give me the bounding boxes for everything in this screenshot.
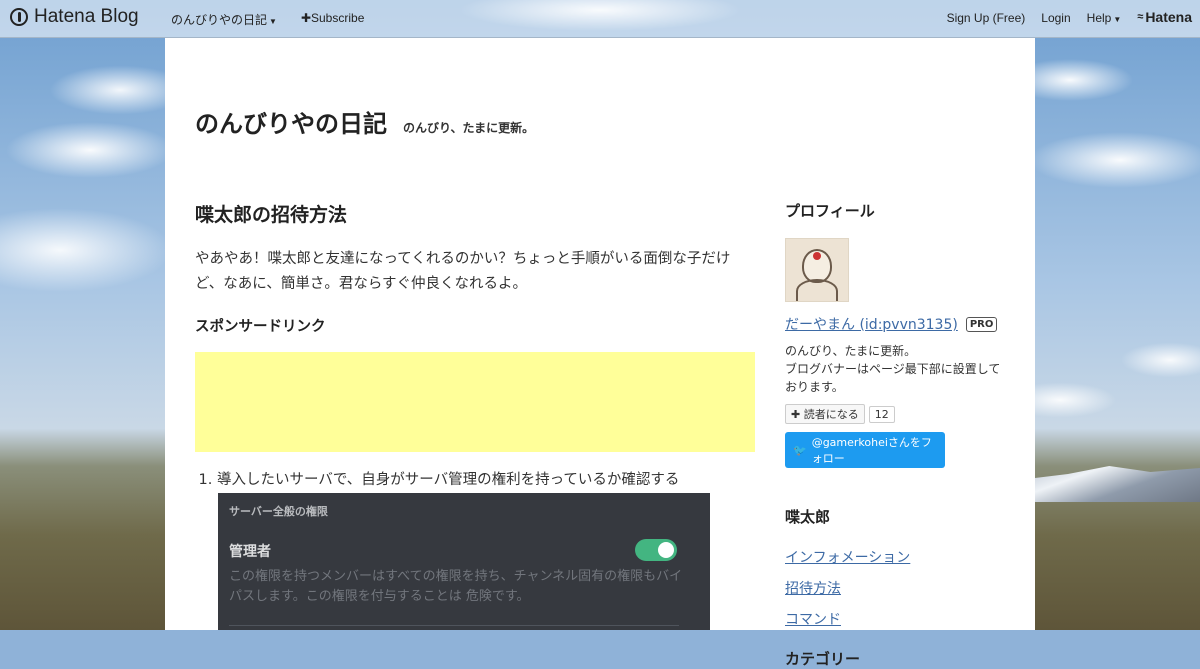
signup-link[interactable]: Sign Up (Free) <box>947 11 1026 25</box>
reader-button-label: 読者になる <box>803 408 859 421</box>
profile-line: だーやまん (id:pvvn3135) PRO <box>785 314 1010 334</box>
section-links: インフォメーション 招待方法 コマンド <box>785 549 1010 630</box>
main-panel: のんびりやの日記 のんびり、たまに更新。 喋太郎の招待方法 やあやあ！喋太郎と友… <box>165 38 1035 668</box>
profile-name-link[interactable]: だーやまん (id:pvvn3135) <box>785 314 958 334</box>
pro-badge: PRO <box>965 316 998 332</box>
profile-desc-line-1: のんびり、たまに更新。 <box>785 344 917 358</box>
sidebar: プロフィール だーやまん (id:pvvn3135) PRO のんびり、たまに更… <box>785 200 1010 669</box>
steps-list: 導入したいサーバで、自身がサーバ管理の権利を持っているか確認する <box>195 470 755 490</box>
blog-title[interactable]: のんびりやの日記 <box>195 104 387 139</box>
hatena-link[interactable]: ≈ Hatena <box>1137 9 1192 25</box>
avatar-body <box>796 279 838 301</box>
profile-heading: プロフィール <box>785 202 875 220</box>
discord-permission-screenshot: サーバー全般の権限 管理者 この権限を持つメンバーはすべての権限を持ち、チャンネ… <box>218 493 710 630</box>
reader-row: ✚ 読者になる 12 <box>785 404 1010 424</box>
hatena-blog-brand[interactable]: Hatena Blog <box>10 6 139 28</box>
profile-description: のんびり、たまに更新。 ブログバナーはページ最下部に設置しております。 <box>785 342 1010 396</box>
avatar[interactable] <box>785 238 849 302</box>
list-item: 導入したいサーバで、自身がサーバ管理の権利を持っているか確認する <box>217 470 755 490</box>
entry-title[interactable]: 喋太郎の招待方法 <box>195 200 755 227</box>
link-commands[interactable]: コマンド <box>785 611 1010 630</box>
avatar-gem <box>813 252 821 260</box>
screenshot-section-label: サーバー全般の権限 <box>229 505 328 518</box>
plus-icon: ✚ <box>300 11 311 25</box>
ad-slot[interactable] <box>195 352 755 452</box>
category-heading: カテゴリー <box>785 650 861 668</box>
screenshot-role-label: 管理者 <box>229 544 271 560</box>
twitter-follow-label: @gamerkoheiさんをフォロー <box>811 436 932 465</box>
subscribe-button[interactable]: ✚Subscribe <box>301 11 364 28</box>
twitter-bird-icon: 🐦 <box>793 443 807 457</box>
reader-count: 12 <box>868 405 895 423</box>
profile-desc-line-2: ブログバナーはページ最下部に設置しております。 <box>785 362 1001 394</box>
hatena-mark-icon: ≈ <box>1137 11 1143 23</box>
section-heading: 喋太郎 <box>785 508 831 526</box>
blog-header: のんびりやの日記 のんびり、たまに更新。 <box>195 104 534 139</box>
link-information[interactable]: インフォメーション <box>785 549 1010 568</box>
subscribe-label: Subscribe <box>311 11 365 25</box>
login-link[interactable]: Login <box>1041 11 1070 25</box>
hatena-label: Hatena <box>1145 9 1192 25</box>
help-menu[interactable]: Help ▼ <box>1087 11 1122 25</box>
twitter-follow-button[interactable]: 🐦 @gamerkoheiさんをフォロー <box>785 432 945 468</box>
top-nav-bar: Hatena Blog のんびりやの日記 ▼ ✚Subscribe Sign Up… <box>0 0 1200 38</box>
blog-menu-label: のんびりやの日記 <box>171 13 268 27</box>
screenshot-divider <box>229 625 679 626</box>
link-invite[interactable]: 招待方法 <box>785 580 1010 599</box>
plus-icon: ✚ <box>791 408 804 421</box>
brand-text: Hatena Blog <box>34 6 139 27</box>
entry: 喋太郎の招待方法 やあやあ！喋太郎と友達になってくれるのかい？ちょっと手順がいる… <box>195 200 755 490</box>
blog-menu[interactable]: のんびりやの日記 ▼ <box>171 11 277 28</box>
screenshot-description: この権限を持つメンバーはすべての権限を持ち、チャンネル固有の権限もバイパスします… <box>229 569 683 604</box>
sponsor-label: スポンサードリンク <box>195 319 326 335</box>
subscribe-reader-button[interactable]: ✚ 読者になる <box>785 404 865 424</box>
blog-description: のんびり、たまに更新。 <box>403 121 535 135</box>
hatena-blog-logo-icon <box>10 8 28 26</box>
admin-toggle <box>635 539 677 561</box>
entry-intro: やあやあ！喋太郎と友達になってくれるのかい？ちょっと手順がいる面倒な子だけど、な… <box>195 251 731 292</box>
caret-down-icon: ▼ <box>1113 15 1122 24</box>
help-label: Help <box>1086 11 1112 25</box>
caret-down-icon: ▼ <box>269 17 277 26</box>
